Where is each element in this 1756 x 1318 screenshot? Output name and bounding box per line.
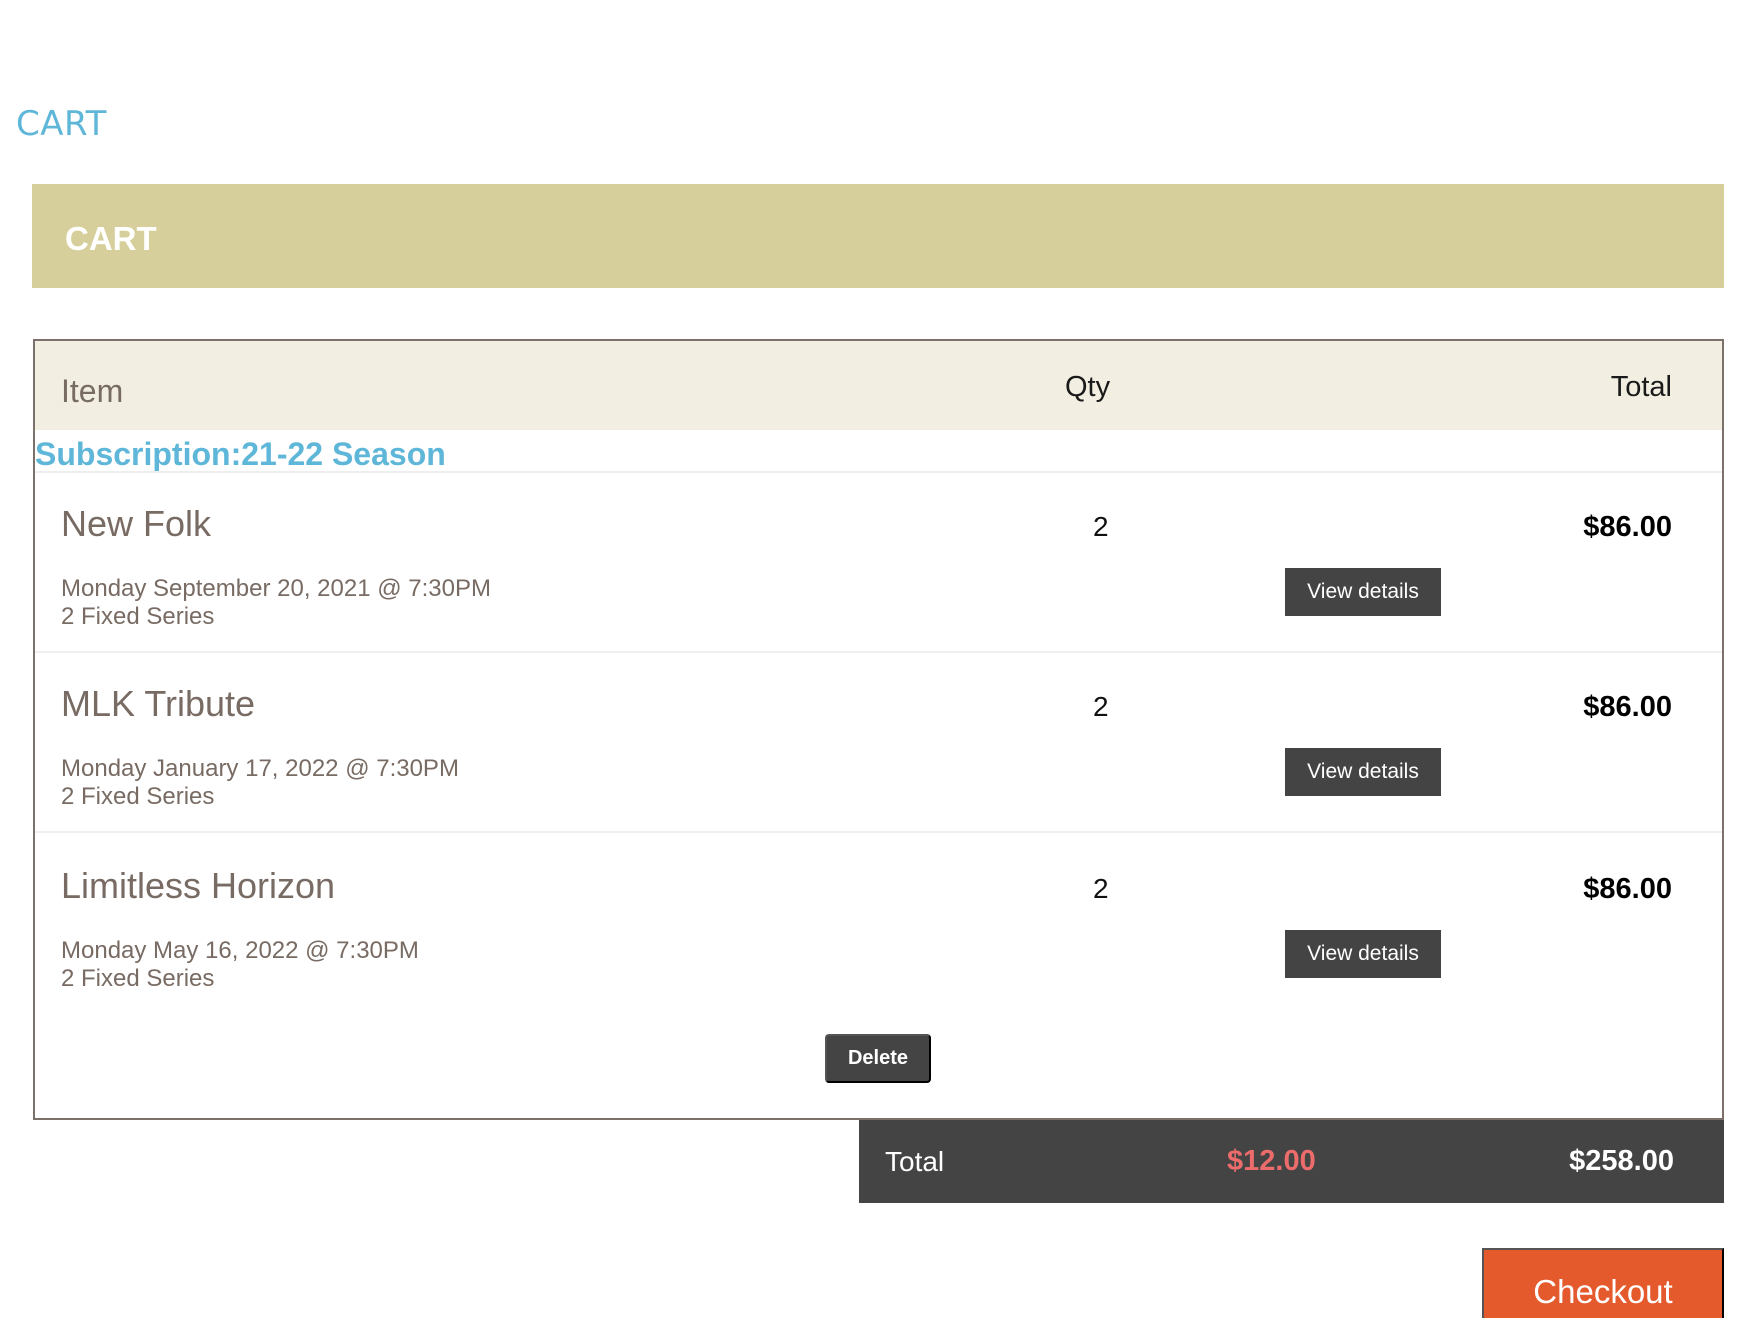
item-series: 2 Fixed Series [61,603,215,630]
cart-row: Limitless Horizon Monday May 16, 2022 @ … [35,835,1722,1015]
cart-banner: CART [32,184,1724,288]
item-qty: 2 [1093,873,1109,904]
delete-button[interactable]: Delete [825,1034,931,1083]
item-series: 2 Fixed Series [61,783,215,810]
page-heading: CART [16,104,107,144]
checkout-button[interactable]: Checkout [1482,1248,1724,1318]
item-qty: 2 [1093,691,1109,722]
column-header-qty: Qty [1065,371,1111,403]
item-name: MLK Tribute [61,683,256,724]
item-total: $86.00 [1583,511,1672,543]
cart-banner-title: CART [65,220,157,257]
item-series: 2 Fixed Series [61,965,215,992]
item-date: Monday January 17, 2022 @ 7:30PM [61,755,459,782]
total-discount: $12.00 [1227,1145,1316,1177]
cart-table: Item Qty Total Subscription:21-22 Season… [33,339,1724,1120]
table-header: Item Qty Total [35,341,1722,430]
cart-row: New Folk Monday September 20, 2021 @ 7:3… [35,473,1722,653]
total-amount: $258.00 [1569,1145,1674,1177]
subscription-group-title[interactable]: Subscription:21-22 Season [35,436,446,473]
column-header-item: Item [61,373,124,409]
item-total: $86.00 [1583,873,1672,905]
total-bar: Total $12.00 $258.00 [859,1120,1724,1203]
item-name: New Folk [61,503,212,544]
view-details-button[interactable]: View details [1285,748,1441,796]
item-total: $86.00 [1583,691,1672,723]
divider [35,831,1722,833]
item-date: Monday May 16, 2022 @ 7:30PM [61,937,419,964]
total-label: Total [885,1146,945,1177]
view-details-button[interactable]: View details [1285,930,1441,978]
view-details-button[interactable]: View details [1285,568,1441,616]
cart-row: MLK Tribute Monday January 17, 2022 @ 7:… [35,653,1722,833]
item-name: Limitless Horizon [61,865,336,906]
item-qty: 2 [1093,511,1109,542]
column-header-total: Total [1610,371,1672,403]
item-date: Monday September 20, 2021 @ 7:30PM [61,575,491,602]
